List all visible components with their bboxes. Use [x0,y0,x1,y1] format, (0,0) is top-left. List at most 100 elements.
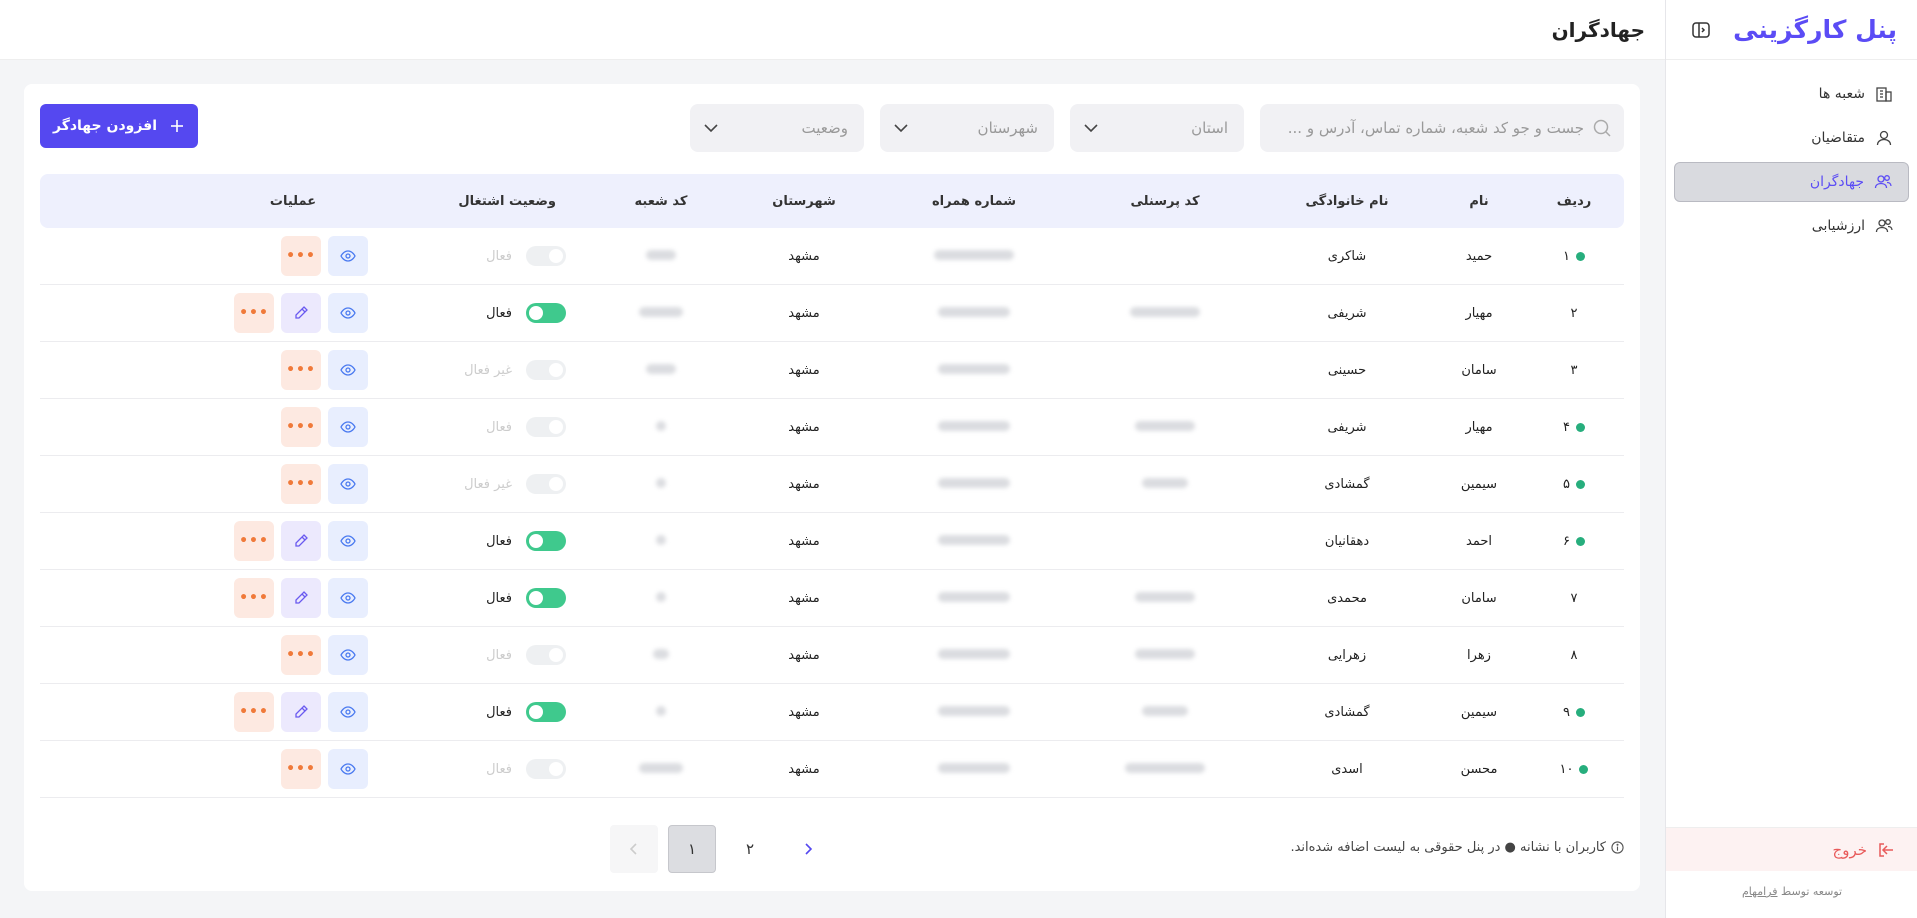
state-select[interactable]: استان [1070,104,1244,152]
view-button[interactable] [328,692,368,732]
search-box[interactable] [1260,104,1624,152]
eye-icon [340,250,356,262]
cell-employment: فعال [396,303,592,323]
cell-name: سامان [1461,590,1497,606]
view-button[interactable] [328,350,368,390]
cell-city: مشهد [788,761,820,777]
sidebar-toggle-icon[interactable] [1690,19,1712,41]
page-2-button[interactable]: ۲ [726,825,774,873]
edit-button[interactable] [281,521,321,561]
search-input[interactable] [1284,119,1584,137]
employment-toggle[interactable] [526,588,566,608]
more-button[interactable]: ••• [281,407,321,447]
employment-toggle[interactable] [526,702,566,722]
status-select[interactable]: وضعیت [690,104,864,152]
more-button[interactable]: ••• [234,692,274,732]
more-button[interactable]: ••• [281,749,321,789]
sidebar-item-evaluation[interactable]: ارزشیابی [1674,206,1909,246]
more-button[interactable]: ••• [281,635,321,675]
row-index: ۵ [1524,477,1624,492]
employment-toggle[interactable] [526,531,566,551]
eye-icon [340,763,356,775]
next-page-button[interactable] [784,825,832,873]
cell-branch-code [592,477,730,492]
sidebar-bottom: خروج توسعه توسط فرامهام [1666,827,1917,918]
more-dots-icon: ••• [239,305,269,321]
legal-panel-dot [1576,422,1585,432]
view-button[interactable] [328,293,368,333]
more-button[interactable]: ••• [234,293,274,333]
cell-name: سامان [1461,362,1497,378]
eye-icon [340,535,356,547]
cell-branch-code [592,363,730,378]
employment-toggle[interactable] [526,645,566,665]
table-header: ردیف نام نام خانوادگی کد پرسنلی شماره هم… [40,174,1624,228]
more-button[interactable]: ••• [234,578,274,618]
sidebar-item-applicants[interactable]: متقاضیان [1674,118,1909,158]
logout-button[interactable]: خروج [1666,827,1917,871]
view-button[interactable] [328,464,368,504]
cell-family: شریفی [1327,419,1367,435]
cell-city: مشهد [788,248,820,264]
employment-toggle[interactable] [526,246,566,266]
sidebar-item-branches[interactable]: شعبه ها [1674,74,1909,114]
cell-personnel-code [1070,306,1260,321]
employment-status: غیر فعال [464,476,512,492]
view-button[interactable] [328,635,368,675]
more-button[interactable]: ••• [281,350,321,390]
cell-branch-code [592,591,730,606]
app-logo: پنل کارگزینی [1733,15,1897,44]
more-button[interactable]: ••• [281,464,321,504]
eye-icon [340,421,356,433]
cell-employment: فعال [396,759,592,779]
pencil-icon [295,306,308,319]
prev-page-button[interactable] [610,825,658,873]
view-button[interactable] [328,407,368,447]
row-number: ۴ [1563,419,1570,435]
view-button[interactable] [328,521,368,561]
more-dots-icon: ••• [286,419,316,435]
cell-name: مهیار [1465,305,1493,321]
cell-operations: ••• [40,464,396,504]
employment-toggle[interactable] [526,360,566,380]
cell-employment: غیر فعال [396,360,592,380]
page-1-button[interactable]: ۱ [668,825,716,873]
view-button[interactable] [328,236,368,276]
add-jahadgar-button[interactable]: افزودن جهادگر [40,104,198,148]
cell-name: زهرا [1467,647,1491,663]
more-button[interactable]: ••• [234,521,274,561]
search-icon [1593,119,1611,137]
employment-toggle[interactable] [526,417,566,437]
employment-toggle[interactable] [526,474,566,494]
edit-button[interactable] [281,692,321,732]
cell-mobile [878,762,1070,777]
city-select[interactable]: شهرستان [880,104,1054,152]
edit-button[interactable] [281,578,321,618]
pencil-icon [295,591,308,604]
row-index: ۱ [1524,249,1624,264]
sidebar-item-label: متقاضیان [1811,130,1865,146]
employment-toggle[interactable] [526,303,566,323]
cell-operations: ••• [40,578,396,618]
more-button[interactable]: ••• [281,236,321,276]
more-dots-icon: ••• [239,704,269,720]
city-select-label: شهرستان [977,119,1038,137]
col-header-name: نام [1469,193,1489,209]
eye-icon [340,706,356,718]
cell-branch-code [592,534,730,549]
row-index: ۱۰ [1524,762,1624,777]
employment-status: فعال [486,533,512,549]
user-icon [1876,130,1892,146]
cell-operations: ••• [40,635,396,675]
cell-city: مشهد [788,476,820,492]
sidebar-item-jahadgaran[interactable]: جهادگران [1674,162,1909,202]
view-button[interactable] [328,578,368,618]
col-header-operations: عملیات [269,193,317,209]
cell-name: سیمین [1460,704,1498,720]
row-index: ۸ [1524,648,1624,663]
edit-button[interactable] [281,293,321,333]
credit-link[interactable]: فرامهام [1742,885,1778,898]
table-row: ۸ زهرا زهرایی مشهد فعال ••• [40,627,1624,684]
view-button[interactable] [328,749,368,789]
employment-toggle[interactable] [526,759,566,779]
